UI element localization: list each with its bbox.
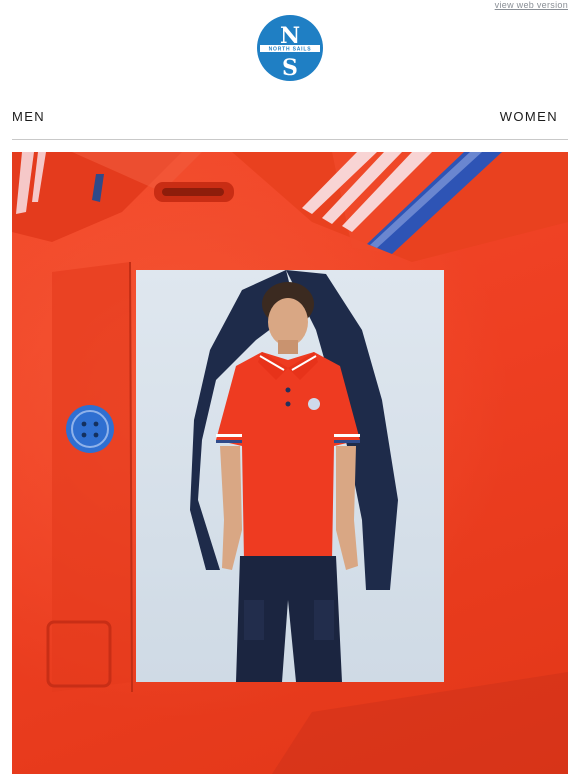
view-web-version-link[interactable]: view web version bbox=[495, 0, 568, 10]
boy-in-polo-illustration bbox=[190, 270, 398, 682]
nav-women-link[interactable]: WOMEN bbox=[500, 108, 558, 126]
main-nav: MEN WOMEN bbox=[12, 108, 568, 128]
nav-men-link[interactable]: MEN bbox=[12, 108, 45, 126]
nav-divider bbox=[12, 139, 568, 140]
boy-in-polo-photo[interactable] bbox=[136, 270, 444, 682]
logo-letter-s: S bbox=[282, 55, 298, 81]
hero-banner[interactable] bbox=[12, 152, 568, 774]
logo-letter-n: N bbox=[280, 23, 300, 49]
north-sails-logo[interactable]: NORTH SAILS N S bbox=[256, 14, 324, 82]
